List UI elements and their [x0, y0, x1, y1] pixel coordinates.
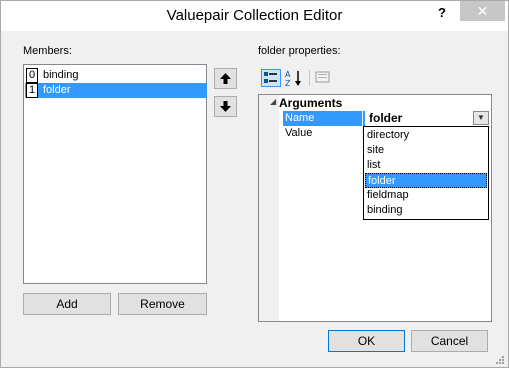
property-grid-margin	[259, 95, 279, 321]
dropdown-option-list[interactable]: list	[365, 158, 487, 173]
close-button[interactable]: ✕	[460, 1, 505, 21]
add-button[interactable]: Add	[23, 293, 111, 315]
members-label: Members:	[23, 45, 72, 57]
member-index: 0	[26, 68, 38, 83]
move-up-button[interactable]	[214, 68, 237, 89]
categorized-button[interactable]	[261, 69, 281, 87]
collapse-caret-icon[interactable]: ◢	[270, 97, 276, 106]
members-listbox[interactable]: 0 binding 1 folder	[23, 64, 207, 284]
property-pages-icon	[315, 71, 330, 83]
dropdown-button[interactable]: ▼	[473, 111, 489, 125]
property-value-name[interactable]: folder	[367, 111, 402, 126]
svg-text:Z: Z	[285, 79, 291, 87]
property-row-name[interactable]: Name folder	[279, 111, 491, 126]
member-index: 1	[26, 83, 38, 98]
dropdown-option-fieldmap[interactable]: fieldmap	[365, 188, 487, 203]
help-button[interactable]: ?	[434, 5, 450, 23]
title-bar: Valuepair Collection Editor ? ✕	[1, 1, 508, 31]
alphabetical-icon: A Z	[285, 70, 301, 88]
alphabetical-button[interactable]: A Z	[284, 69, 304, 88]
close-icon: ✕	[476, 3, 489, 19]
toolbar-separator	[309, 70, 310, 86]
arrow-up-icon	[220, 73, 231, 84]
properties-label: folder properties:	[258, 45, 341, 57]
member-item-folder[interactable]: 1 folder	[25, 83, 207, 98]
dropdown-option-binding[interactable]: binding	[365, 203, 487, 218]
member-label: binding	[43, 69, 79, 81]
category-arguments: Arguments	[279, 96, 343, 110]
member-item-binding[interactable]: 0 binding	[25, 68, 207, 83]
member-label: folder	[43, 84, 71, 96]
cancel-button[interactable]: Cancel	[411, 330, 488, 352]
property-name: Name	[283, 111, 365, 126]
chevron-down-icon: ▼	[477, 113, 485, 122]
dropdown-option-folder[interactable]: folder	[365, 173, 487, 188]
arrow-down-icon	[220, 101, 231, 112]
property-pages-button[interactable]	[314, 69, 334, 87]
ok-button[interactable]: OK	[328, 330, 405, 352]
dropdown-option-directory[interactable]: directory	[365, 128, 487, 143]
dropdown-option-site[interactable]: site	[365, 143, 487, 158]
window-title: Valuepair Collection Editor	[166, 7, 343, 24]
remove-button[interactable]: Remove	[118, 293, 207, 315]
categorized-icon	[264, 72, 277, 83]
resize-grip-icon[interactable]	[493, 353, 505, 365]
svg-text:A: A	[285, 70, 291, 79]
move-down-button[interactable]	[214, 96, 237, 117]
name-dropdown-list[interactable]: directory site list folder fieldmap bind…	[363, 126, 489, 220]
property-name: Value	[285, 127, 313, 139]
collection-editor-window: Valuepair Collection Editor ? ✕ Members:…	[0, 0, 509, 368]
